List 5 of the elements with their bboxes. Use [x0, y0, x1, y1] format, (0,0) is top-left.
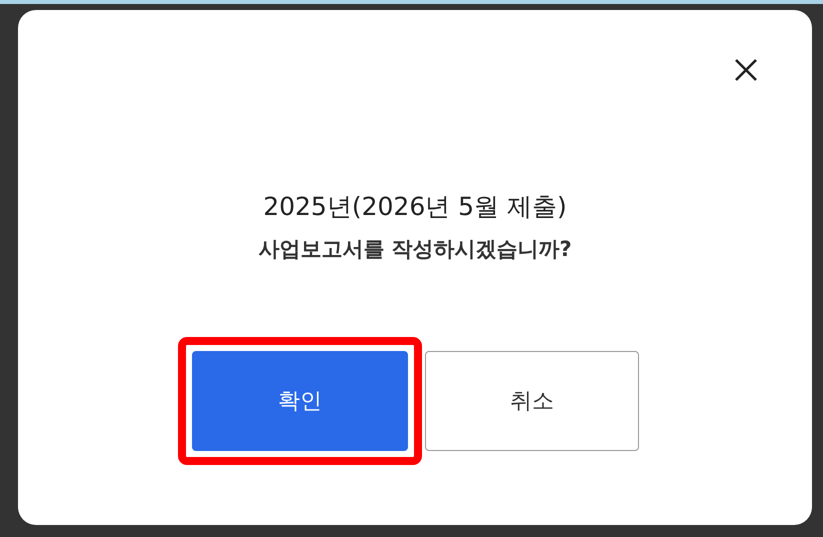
dialog-message: 2025년(2026년 5월 제출): [263, 191, 567, 223]
close-icon[interactable]: [734, 58, 758, 82]
confirm-button[interactable]: 확인: [192, 351, 408, 451]
cancel-button[interactable]: 취소: [425, 351, 639, 451]
dialog-message: 사업보고서를 작성하시겠습니까?: [258, 236, 572, 263]
